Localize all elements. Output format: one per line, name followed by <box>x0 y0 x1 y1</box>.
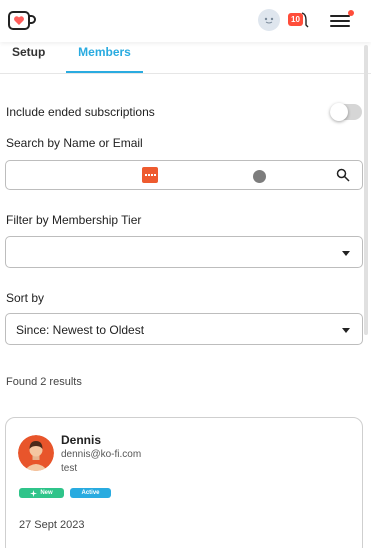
ko-fi-logo-icon[interactable] <box>8 10 36 32</box>
menu-alert-dot <box>348 10 354 16</box>
tab-setup[interactable]: Setup <box>12 42 45 73</box>
mouse-cursor-indicator <box>253 170 266 183</box>
member-avatar <box>18 435 54 471</box>
menu-icon[interactable] <box>330 10 354 30</box>
tier-label: Filter by Membership Tier <box>6 213 142 227</box>
member-card[interactable]: Dennis dennis@ko-fi.com test New Active … <box>5 417 363 548</box>
search-label: Search by Name or Email <box>6 136 143 150</box>
sort-label: Sort by <box>6 291 45 305</box>
member-name[interactable]: Dennis <box>61 433 101 447</box>
password-manager-icon[interactable] <box>142 167 158 183</box>
tab-bar: Setup Members <box>0 42 371 74</box>
top-bar: 10 <box>0 0 371 42</box>
include-ended-label: Include ended subscriptions <box>6 105 155 119</box>
member-email: dennis@ko-fi.com <box>61 449 142 460</box>
notifications-button[interactable]: 10 <box>288 10 312 32</box>
notification-count-badge: 10 <box>288 13 303 26</box>
include-ended-toggle[interactable] <box>330 103 362 121</box>
member-note: test <box>61 463 78 474</box>
member-since-date: 27 Sept 2023 <box>19 519 85 531</box>
active-badge: Active <box>70 488 111 498</box>
chevron-down-icon <box>342 328 350 333</box>
user-avatar-icon[interactable] <box>258 9 280 31</box>
tab-members[interactable]: Members <box>66 42 143 73</box>
toggle-knob <box>330 103 348 121</box>
new-badge: New <box>19 488 64 498</box>
search-input[interactable] <box>5 160 363 190</box>
sort-value: Since: Newest to Oldest <box>16 323 145 337</box>
chevron-down-icon <box>342 251 350 256</box>
search-icon[interactable] <box>336 168 350 182</box>
results-count: Found 2 results <box>6 376 82 388</box>
new-badge-label: New <box>40 490 53 496</box>
sort-select[interactable]: Since: Newest to Oldest <box>5 313 363 345</box>
scrollbar[interactable] <box>364 45 368 335</box>
sparkle-icon <box>30 489 38 497</box>
tier-select[interactable] <box>5 236 363 268</box>
